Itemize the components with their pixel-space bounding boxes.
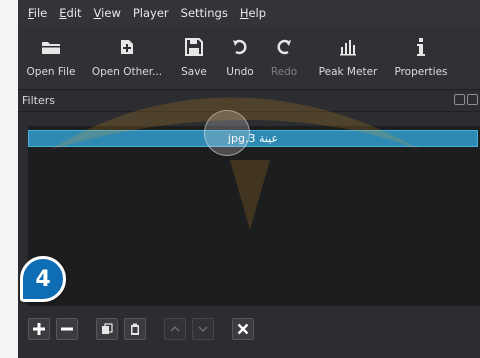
menu-file[interactable]: File: [28, 6, 47, 20]
save-button[interactable]: Save: [170, 32, 218, 78]
deselect-filter-button[interactable]: [232, 318, 254, 340]
menu-view-label: iew: [101, 6, 121, 20]
minus-icon: [61, 327, 73, 331]
menu-bar: File Edit View Player Settings Help: [18, 0, 480, 26]
menu-file-label: ile: [33, 6, 48, 20]
add-filter-button[interactable]: [28, 318, 50, 340]
peak-meter-button[interactable]: Peak Meter: [306, 32, 390, 78]
filters-list[interactable]: عينة 3.jpg: [28, 126, 480, 306]
undo-button[interactable]: Undo: [218, 32, 262, 78]
menu-settings-label: Settings: [180, 6, 228, 20]
remove-filter-button[interactable]: [56, 318, 78, 340]
move-up-icon: [170, 325, 180, 332]
move-filter-up-button[interactable]: [164, 318, 186, 340]
paste-icon: [131, 323, 139, 335]
open-other-button[interactable]: Open Other...: [84, 32, 170, 78]
undo-label: Undo: [226, 66, 254, 78]
filters-toolbar: [28, 316, 260, 342]
open-other-icon: [118, 32, 136, 62]
menu-help[interactable]: Help: [240, 6, 266, 20]
cursor-highlight: [204, 110, 250, 156]
peak-meter-label: Peak Meter: [318, 66, 378, 78]
step-number-badge: 4: [20, 256, 66, 302]
save-label: Save: [181, 66, 207, 78]
menu-player[interactable]: Player: [133, 6, 169, 20]
properties-label: Properties: [394, 66, 448, 78]
open-file-label: Open File: [26, 66, 76, 78]
float-panel-icon[interactable]: [454, 94, 465, 105]
redo-label: Redo: [270, 66, 298, 78]
step-number: 4: [35, 266, 51, 292]
menu-player-label: Player: [132, 6, 169, 20]
info-icon: [416, 32, 426, 62]
undo-icon: [231, 32, 249, 62]
filter-list-item-selected[interactable]: عينة 3.jpg: [28, 130, 478, 147]
main-toolbar: Open File Open Other... Save Undo Redo P…: [18, 26, 480, 90]
paste-filters-button[interactable]: [124, 318, 146, 340]
properties-button[interactable]: Properties: [390, 32, 452, 78]
redo-icon: [275, 32, 293, 62]
close-icon: [237, 323, 249, 335]
redo-button[interactable]: Redo: [262, 32, 306, 78]
menu-view[interactable]: View: [94, 6, 121, 20]
peak-meter-icon: [339, 32, 357, 62]
menu-help-label: elp: [248, 6, 267, 20]
copy-icon: [102, 323, 113, 334]
shotcut-window: File Edit View Player Settings Help Open…: [18, 0, 480, 358]
menu-edit-label: dit: [66, 6, 82, 20]
panel-dock-controls: [454, 94, 478, 105]
filters-panel-title: Filters: [22, 94, 55, 107]
folder-icon: [41, 32, 61, 62]
open-other-label: Open Other...: [91, 66, 163, 78]
menu-edit[interactable]: Edit: [59, 6, 81, 20]
move-filter-down-button[interactable]: [192, 318, 214, 340]
copy-filters-button[interactable]: [96, 318, 118, 340]
menu-edit-mnemonic: E: [59, 6, 67, 20]
plus-icon: [33, 323, 45, 335]
move-down-icon: [198, 326, 208, 333]
save-icon: [185, 32, 203, 62]
close-panel-icon[interactable]: [467, 94, 478, 105]
menu-settings[interactable]: Settings: [181, 6, 228, 20]
filters-panel-header: Filters: [18, 90, 480, 112]
open-file-button[interactable]: Open File: [18, 32, 84, 78]
